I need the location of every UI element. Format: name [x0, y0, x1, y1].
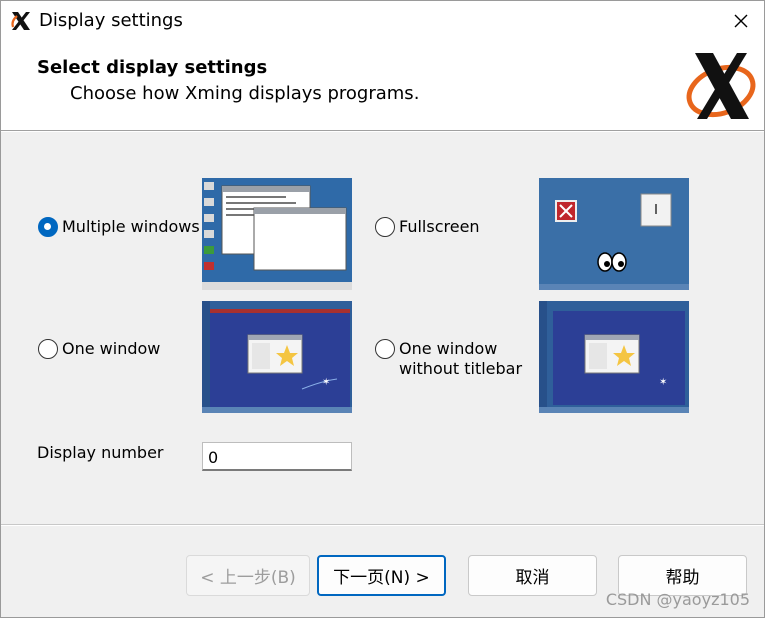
radio-label-line1: One window: [399, 339, 498, 358]
cancel-button[interactable]: 取消: [468, 555, 597, 596]
page-subtitle: Choose how Xming displays programs.: [70, 83, 420, 104]
one-window-no-titlebar-preview: ✶: [539, 301, 689, 413]
display-number-label: Display number: [37, 443, 164, 462]
svg-text:✶: ✶: [659, 377, 667, 388]
radio-one-window-no-titlebar[interactable]: One window without titlebar: [375, 339, 522, 379]
svg-text:✶: ✶: [322, 377, 330, 388]
next-button[interactable]: 下一页(N) >: [317, 555, 446, 596]
multiple-windows-preview: [202, 178, 352, 290]
fullscreen-preview: [539, 178, 689, 290]
wizard-footer: < 上一步(B) 下一页(N) > 取消 帮助 CSDN @yaoyz105: [1, 526, 764, 617]
close-button[interactable]: [718, 1, 764, 41]
radio-one-window[interactable]: One window: [38, 339, 160, 359]
display-number-input[interactable]: 0: [202, 442, 352, 471]
watermark: CSDN @yaoyz105: [605, 590, 750, 609]
close-icon: [734, 14, 748, 28]
window-title: Display settings: [39, 10, 183, 31]
options-panel: Multiple windows Fullscreen One window ✶…: [1, 132, 764, 525]
wizard-header: Select display settings Choose how Xming…: [1, 41, 764, 131]
one-window-preview: ✶: [202, 301, 352, 413]
radio-label-line2: without titlebar: [399, 359, 523, 378]
radio-indicator[interactable]: [375, 339, 395, 359]
radio-indicator[interactable]: [38, 339, 58, 359]
radio-indicator[interactable]: [375, 217, 395, 237]
xming-x-icon: [11, 12, 30, 30]
radio-label: Fullscreen: [399, 217, 480, 236]
title-bar: Display settings: [1, 1, 764, 41]
radio-label: One window without titlebar: [399, 339, 522, 379]
back-button[interactable]: < 上一步(B): [186, 555, 310, 596]
radio-indicator-selected[interactable]: [38, 217, 58, 237]
radio-multiple-windows[interactable]: Multiple windows: [38, 217, 200, 237]
radio-fullscreen[interactable]: Fullscreen: [375, 217, 480, 237]
page-title: Select display settings: [37, 57, 268, 78]
xming-logo: [686, 53, 756, 119]
radio-label: One window: [62, 339, 161, 358]
display-settings-dialog: Display settings Select display settings…: [0, 0, 765, 618]
radio-label: Multiple windows: [62, 217, 200, 236]
